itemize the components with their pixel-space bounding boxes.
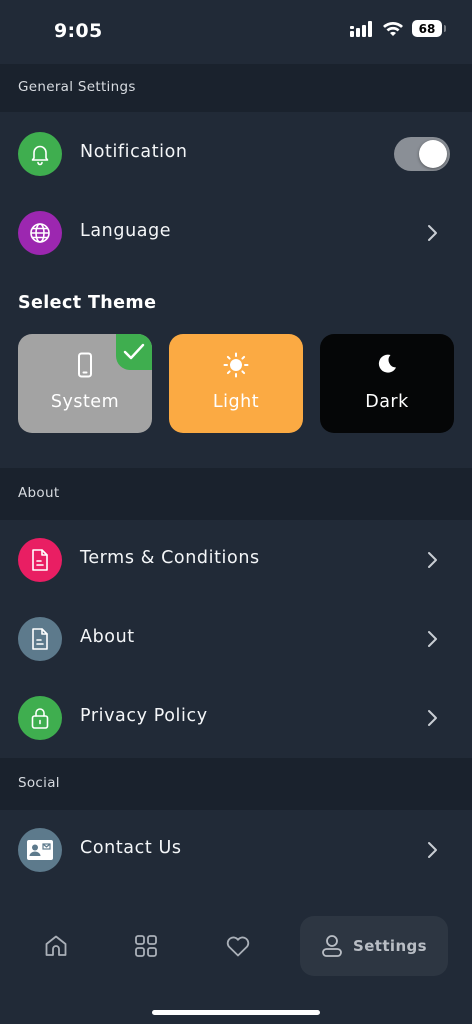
- theme-option-light[interactable]: Light: [169, 334, 303, 433]
- terms-label: Terms & Conditions: [80, 548, 260, 568]
- tab-settings[interactable]: Settings: [300, 916, 448, 976]
- section-title: Social: [18, 775, 60, 791]
- status-bar: 9:05 68: [0, 0, 472, 64]
- language-row[interactable]: Language: [0, 194, 472, 272]
- chevron-right-icon: [428, 842, 437, 858]
- contact-card-icon: [18, 828, 62, 872]
- about-label: About: [80, 627, 135, 647]
- select-theme-title: Select Theme: [18, 293, 157, 313]
- terms-row[interactable]: Terms & Conditions: [0, 521, 472, 599]
- selected-check-icon: [116, 334, 152, 370]
- battery-indicator: 68: [412, 20, 446, 37]
- section-title: General Settings: [18, 79, 136, 95]
- grid-icon: [135, 935, 157, 957]
- tab-home[interactable]: [26, 916, 86, 976]
- theme-label: System: [50, 392, 120, 412]
- contact-row[interactable]: Contact Us: [0, 811, 472, 889]
- lock-icon: [18, 696, 62, 740]
- language-label: Language: [80, 221, 172, 241]
- person-icon: [322, 935, 342, 957]
- about-row[interactable]: About: [0, 600, 472, 678]
- privacy-row[interactable]: Privacy Policy: [0, 679, 472, 757]
- toggle-knob: [419, 140, 447, 168]
- signal-icon: [350, 20, 372, 37]
- tab-favorites[interactable]: [208, 916, 268, 976]
- chevron-right-icon: [428, 710, 437, 726]
- document-icon: [18, 538, 62, 582]
- section-title: About: [18, 485, 60, 501]
- status-icons: 68: [350, 20, 446, 37]
- status-time: 9:05: [54, 20, 103, 42]
- bell-icon: [18, 132, 62, 176]
- section-header-general: General Settings: [0, 64, 472, 112]
- privacy-label: Privacy Policy: [80, 706, 208, 726]
- notification-label: Notification: [80, 142, 188, 162]
- chevron-right-icon: [428, 225, 437, 241]
- chevron-right-icon: [428, 552, 437, 568]
- home-indicator: [152, 1010, 320, 1015]
- heart-icon: [226, 936, 250, 957]
- home-icon: [45, 935, 67, 956]
- chevron-right-icon: [428, 631, 437, 647]
- globe-icon: [18, 211, 62, 255]
- wifi-icon: [383, 21, 403, 36]
- theme-label: Light: [212, 392, 260, 412]
- theme-label: Dark: [365, 392, 409, 412]
- theme-option-system[interactable]: System: [18, 334, 152, 433]
- contact-label: Contact Us: [80, 838, 182, 858]
- notification-row: Notification: [0, 115, 472, 193]
- document-icon: [18, 617, 62, 661]
- tab-settings-label: Settings: [352, 937, 427, 955]
- notification-toggle[interactable]: [394, 137, 450, 171]
- sun-icon: [169, 352, 303, 378]
- tab-categories[interactable]: [116, 916, 176, 976]
- section-header-about: About: [0, 468, 472, 520]
- section-header-social: Social: [0, 758, 472, 810]
- moon-icon: [320, 352, 454, 376]
- theme-option-dark[interactable]: Dark: [320, 334, 454, 433]
- bottom-tab-bar: Settings: [0, 900, 472, 1024]
